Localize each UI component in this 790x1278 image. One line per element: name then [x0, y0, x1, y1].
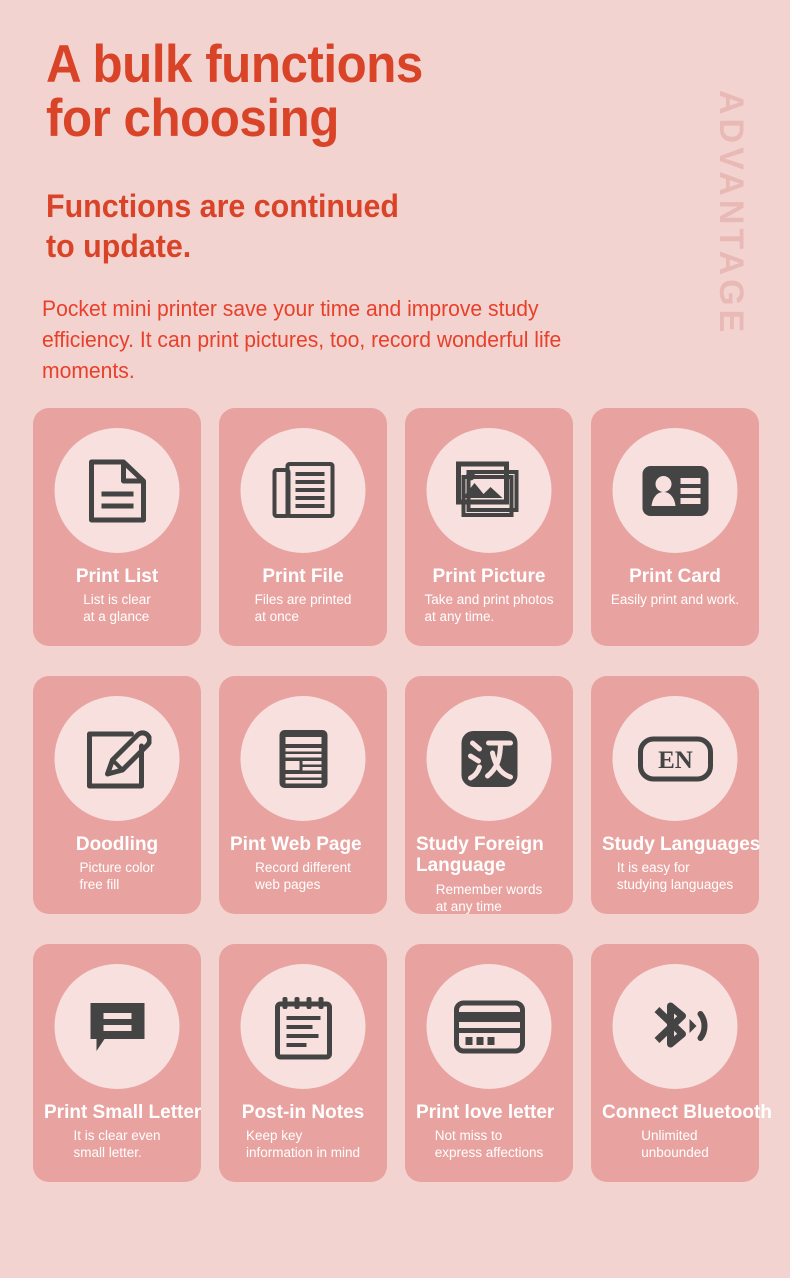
card-text-block: Doodling Picture color free fill [33, 834, 201, 893]
feature-card-print-small-letter[interactable]: Print Small Letter It is clear even smal… [33, 944, 201, 1182]
card-title: Print Card [629, 566, 721, 587]
page-description: Pocket mini printer save your time and i… [42, 296, 562, 384]
feature-card-row: Print List List is clear at a glance Pri… [33, 408, 759, 646]
card-text-block: Post-in Notes Keep key information in mi… [219, 1102, 387, 1161]
notepad-spiral-icon [240, 964, 366, 1089]
feature-card-row: Print Small Letter It is clear even smal… [33, 944, 772, 1182]
english-en-badge-icon: EN [612, 696, 738, 821]
feature-card-study-foreign-language[interactable]: Study Foreign Language Remember words at… [405, 676, 573, 914]
card-subtitle: List is clear at a glance [83, 592, 151, 625]
card-title: Study Foreign Language [416, 834, 544, 877]
card-text-block: Print Card Easily print and work. [591, 566, 759, 608]
card-subtitle: Keep key information in mind [245, 1128, 361, 1161]
card-title: Post-in Notes [241, 1102, 365, 1123]
feature-card-pint-web-page[interactable]: Pint Web Page Record different web pages [219, 676, 387, 914]
card-title: Study Languages [602, 834, 761, 855]
card-title: Print Picture [432, 566, 546, 587]
card-subtitle: Record different web pages [255, 860, 351, 893]
document-lines-icon [54, 428, 180, 553]
card-text-block: Study Foreign Language Remember words at… [405, 834, 573, 915]
advantage-vertical-label: ADVANTAGE [712, 90, 750, 337]
card-title: Print love letter [416, 1102, 555, 1123]
card-subtitle: Picture color free fill [79, 860, 155, 893]
feature-card-row: Doodling Picture color free fill Pint We… [33, 676, 760, 914]
chinese-character-han-icon [426, 696, 552, 821]
feature-card-doodling[interactable]: Doodling Picture color free fill [33, 676, 201, 914]
card-text-block: Print List List is clear at a glance [33, 566, 201, 625]
card-title: Print Small Letter [44, 1102, 202, 1123]
card-subtitle: Not miss to express affections [434, 1128, 544, 1161]
card-subtitle: Unlimited unbounded [641, 1128, 709, 1161]
card-text-block: Print Small Letter It is clear even smal… [33, 1102, 201, 1161]
advantage-feature-page: A bulk functions for choosing Functions … [0, 0, 790, 1278]
pencil-edit-square-icon [54, 696, 180, 821]
feature-card-connect-bluetooth[interactable]: Connect Bluetooth Unlimited unbounded [591, 944, 772, 1182]
bluetooth-signal-icon [612, 964, 738, 1089]
page-title: A bulk functions for choosing [46, 35, 423, 149]
card-subtitle: Files are printed at once [254, 592, 352, 625]
card-title: Pint Web Page [230, 834, 362, 855]
feature-card-grid: Print List List is clear at a glance Pri… [33, 408, 772, 1212]
card-text-block: Print File Files are printed at once [219, 566, 387, 625]
feature-card-print-file[interactable]: Print File Files are printed at once [219, 408, 387, 646]
card-title: Print List [75, 566, 159, 587]
web-page-icon [240, 696, 366, 821]
card-text-block: Print love letter Not miss to express af… [405, 1102, 573, 1161]
card-text-block: Study Languages It is easy for studying … [591, 834, 760, 893]
feature-card-print-love-letter[interactable]: Print love letter Not miss to express af… [405, 944, 573, 1182]
card-text-block: Print Picture Take and print photos at a… [405, 566, 573, 625]
id-card-icon [612, 428, 738, 553]
card-title: Connect Bluetooth [602, 1102, 772, 1123]
card-title: Doodling [75, 834, 159, 855]
feature-card-study-languages[interactable]: EN Study Languages It is easy for studyi… [591, 676, 760, 914]
card-subtitle: Take and print photos at any time. [424, 592, 554, 625]
card-subtitle: It is easy for studying languages [616, 860, 734, 893]
card-text-block: Connect Bluetooth Unlimited unbounded [591, 1102, 772, 1161]
credit-card-icon [426, 964, 552, 1089]
feature-card-print-list[interactable]: Print List List is clear at a glance [33, 408, 201, 646]
stacked-documents-icon [240, 428, 366, 553]
card-subtitle: Remember words at any time [435, 881, 543, 914]
card-text-block: Pint Web Page Record different web pages [219, 834, 387, 893]
card-subtitle: It is clear even small letter. [73, 1128, 161, 1161]
feature-card-print-card[interactable]: Print Card Easily print and work. [591, 408, 759, 646]
speech-bubble-lines-icon [54, 964, 180, 1089]
card-subtitle: Easily print and work. [610, 592, 740, 608]
feature-card-print-picture[interactable]: Print Picture Take and print photos at a… [405, 408, 573, 646]
page-subtitle: Functions are continued to update. [46, 188, 399, 265]
svg-text:EN: EN [658, 747, 693, 774]
feature-card-post-in-notes[interactable]: Post-in Notes Keep key information in mi… [219, 944, 387, 1182]
card-title: Print File [262, 566, 344, 587]
page-header: A bulk functions for choosing Functions … [0, 0, 790, 400]
photo-stack-icon [426, 428, 552, 553]
